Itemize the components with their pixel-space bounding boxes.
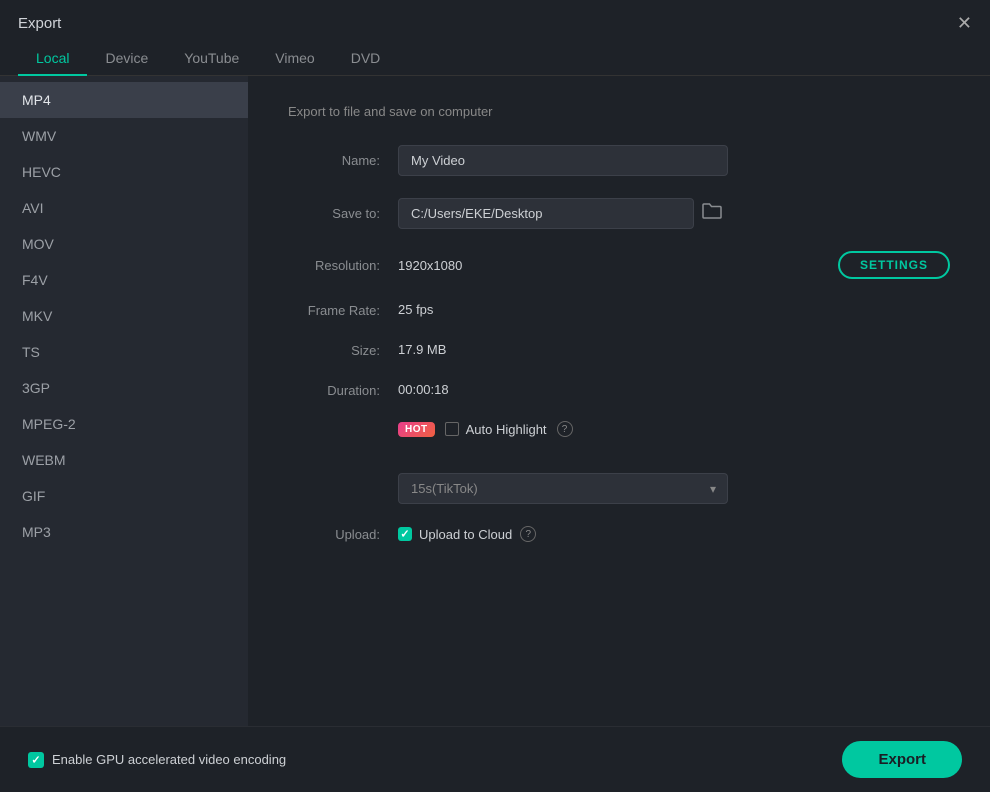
sidebar-item-wmv[interactable]: WMV	[0, 118, 248, 154]
duration-value: 00:00:18	[398, 382, 449, 397]
tab-local[interactable]: Local	[18, 42, 87, 76]
name-row: Name:	[288, 145, 950, 176]
sidebar-item-mp4[interactable]: MP4	[0, 82, 248, 118]
export-button[interactable]: Export	[842, 741, 962, 778]
resolution-label: Resolution:	[288, 258, 398, 273]
tab-youtube[interactable]: YouTube	[166, 42, 257, 76]
resolution-value: 1920x1080	[398, 258, 462, 273]
resolution-wrapper: 1920x1080 SETTINGS	[398, 251, 950, 279]
highlight-row: HOT Auto Highlight ?	[398, 421, 950, 437]
folder-browse-button[interactable]	[702, 202, 722, 225]
sidebar-item-gif[interactable]: GIF	[0, 478, 248, 514]
sidebar-item-avi[interactable]: AVI	[0, 190, 248, 226]
gpu-encoding-text: Enable GPU accelerated video encoding	[52, 752, 286, 767]
save-to-wrapper	[398, 198, 950, 229]
auto-highlight-text: Auto Highlight	[466, 422, 547, 437]
frame-rate-label: Frame Rate:	[288, 303, 398, 318]
size-value: 17.9 MB	[398, 342, 446, 357]
auto-highlight-info-icon[interactable]: ?	[557, 421, 573, 437]
sidebar-item-hevc[interactable]: HEVC	[0, 154, 248, 190]
duration-label: Duration:	[288, 383, 398, 398]
section-title: Export to file and save on computer	[288, 104, 950, 119]
tab-vimeo[interactable]: Vimeo	[257, 42, 332, 76]
title-bar: Export ✕	[0, 0, 990, 42]
auto-highlight-checkbox[interactable]	[445, 422, 459, 436]
sidebar-item-f4v[interactable]: F4V	[0, 262, 248, 298]
frame-rate-value: 25 fps	[398, 302, 433, 317]
size-label: Size:	[288, 343, 398, 358]
upload-to-cloud-text: Upload to Cloud	[419, 527, 512, 542]
upload-label: Upload:	[288, 527, 398, 542]
resolution-control: 1920x1080 SETTINGS	[398, 251, 950, 279]
main-layout: MP4 WMV HEVC AVI MOV F4V MKV TS 3GP MPEG…	[0, 76, 990, 726]
size-row: Size: 17.9 MB	[288, 341, 950, 359]
path-input[interactable]	[398, 198, 694, 229]
gpu-encoding-label[interactable]: Enable GPU accelerated video encoding	[28, 752, 286, 768]
sidebar-item-mkv[interactable]: MKV	[0, 298, 248, 334]
sidebar-item-3gp[interactable]: 3GP	[0, 370, 248, 406]
save-to-row: Save to:	[288, 198, 950, 229]
bottom-bar: Enable GPU accelerated video encoding Ex…	[0, 726, 990, 792]
frame-rate-row: Frame Rate: 25 fps	[288, 301, 950, 319]
sidebar-item-ts[interactable]: TS	[0, 334, 248, 370]
sidebar: MP4 WMV HEVC AVI MOV F4V MKV TS 3GP MPEG…	[0, 76, 248, 726]
duration-control: 00:00:18	[398, 381, 950, 399]
sidebar-item-mp3[interactable]: MP3	[0, 514, 248, 550]
upload-to-cloud-label[interactable]: Upload to Cloud	[398, 527, 512, 542]
resolution-row: Resolution: 1920x1080 SETTINGS	[288, 251, 950, 279]
window-title: Export	[18, 15, 61, 32]
frame-rate-control: 25 fps	[398, 301, 950, 319]
name-label: Name:	[288, 153, 398, 168]
auto-highlight-row: HOT Auto Highlight ?	[288, 421, 950, 451]
auto-highlight-label[interactable]: Auto Highlight	[445, 422, 547, 437]
sidebar-item-webm[interactable]: WEBM	[0, 442, 248, 478]
auto-highlight-control: HOT Auto Highlight ?	[398, 421, 950, 451]
tab-dvd[interactable]: DVD	[333, 42, 399, 76]
highlight-dropdown-wrapper: 15s(TikTok)	[398, 473, 950, 504]
upload-info-icon[interactable]: ?	[520, 526, 536, 542]
hot-badge: HOT	[398, 422, 435, 437]
highlight-dropdown[interactable]: 15s(TikTok)	[398, 473, 728, 504]
gpu-encoding-checkbox[interactable]	[28, 752, 44, 768]
save-to-label: Save to:	[288, 206, 398, 221]
name-input[interactable]	[398, 145, 728, 176]
save-to-control	[398, 198, 950, 229]
name-control	[398, 145, 950, 176]
sidebar-item-mov[interactable]: MOV	[0, 226, 248, 262]
content-area: Export to file and save on computer Name…	[248, 76, 990, 726]
settings-button[interactable]: SETTINGS	[838, 251, 950, 279]
close-button[interactable]: ✕	[957, 14, 972, 32]
tab-bar: Local Device YouTube Vimeo DVD	[0, 42, 990, 76]
tab-device[interactable]: Device	[87, 42, 166, 76]
size-control: 17.9 MB	[398, 341, 950, 359]
dropdown-container: 15s(TikTok)	[398, 473, 728, 504]
upload-control: Upload to Cloud ?	[398, 526, 950, 542]
upload-to-cloud-checkbox[interactable]	[398, 527, 412, 541]
sidebar-item-mpeg2[interactable]: MPEG-2	[0, 406, 248, 442]
duration-row: Duration: 00:00:18	[288, 381, 950, 399]
upload-row: Upload: Upload to Cloud ?	[288, 526, 950, 542]
